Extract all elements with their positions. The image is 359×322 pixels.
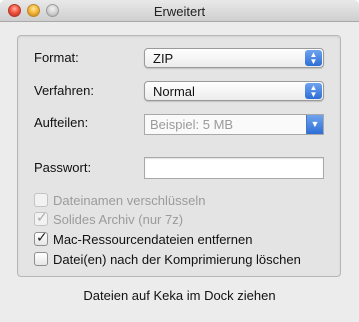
footer-hint: Dateien auf Keka im Dock ziehen — [83, 288, 276, 303]
solides-checkbox[interactable]: ✓ — [34, 209, 48, 226]
format-value: ZIP — [153, 51, 174, 66]
dateinamen-label: Dateinamen verschlüsseln — [53, 192, 206, 208]
mac-ressourcen-label: Mac-Ressourcendateien entfernen — [53, 231, 253, 247]
mac-ressourcen-checkbox[interactable]: ✓ — [34, 229, 48, 246]
solides-label: Solides Archiv (nur 7z) — [53, 211, 184, 227]
up-down-arrows-icon: ▲ ▼ — [305, 50, 322, 66]
window-title: Erweitert — [153, 4, 206, 19]
window: Erweitert Format: ZIP ▲ ▼ Verfahren: Norm… — [0, 0, 359, 322]
verfahren-popup[interactable]: Normal ▲ ▼ — [144, 81, 324, 101]
aufteilen-label: Aufteilen: — [34, 115, 89, 130]
checkbox-row-dateinamen[interactable]: Dateinamen verschlüsseln — [34, 191, 205, 209]
checkbox-row-solides[interactable]: ✓ Solides Archiv (nur 7z) — [34, 209, 184, 228]
up-down-arrows-icon: ▲ ▼ — [305, 83, 322, 99]
password-field[interactable] — [144, 157, 324, 179]
aufteilen-combobox[interactable]: Beispiel: 5 MB ▼ — [144, 114, 324, 135]
dateinamen-checkbox[interactable] — [34, 193, 48, 207]
title-bar: Erweitert — [0, 0, 359, 22]
aufteilen-placeholder: Beispiel: 5 MB — [150, 117, 234, 132]
checkmark-icon: ✓ — [36, 229, 48, 245]
loeschen-checkbox[interactable] — [34, 252, 48, 266]
verfahren-value: Normal — [153, 84, 195, 99]
format-popup[interactable]: ZIP ▲ ▼ — [144, 48, 324, 68]
loeschen-label: Datei(en) nach der Komprimierung löschen — [53, 251, 301, 267]
checkbox-row-mac-ressourcen[interactable]: ✓ Mac-Ressourcendateien entfernen — [34, 229, 253, 248]
format-label: Format: — [34, 50, 79, 65]
checkbox-row-loeschen[interactable]: Datei(en) nach der Komprimierung löschen — [34, 250, 301, 268]
verfahren-label: Verfahren: — [34, 83, 94, 98]
chevron-down-icon[interactable]: ▼ — [306, 115, 323, 134]
checkmark-icon: ✓ — [36, 209, 48, 225]
passwort-label: Passwort: — [34, 160, 92, 175]
